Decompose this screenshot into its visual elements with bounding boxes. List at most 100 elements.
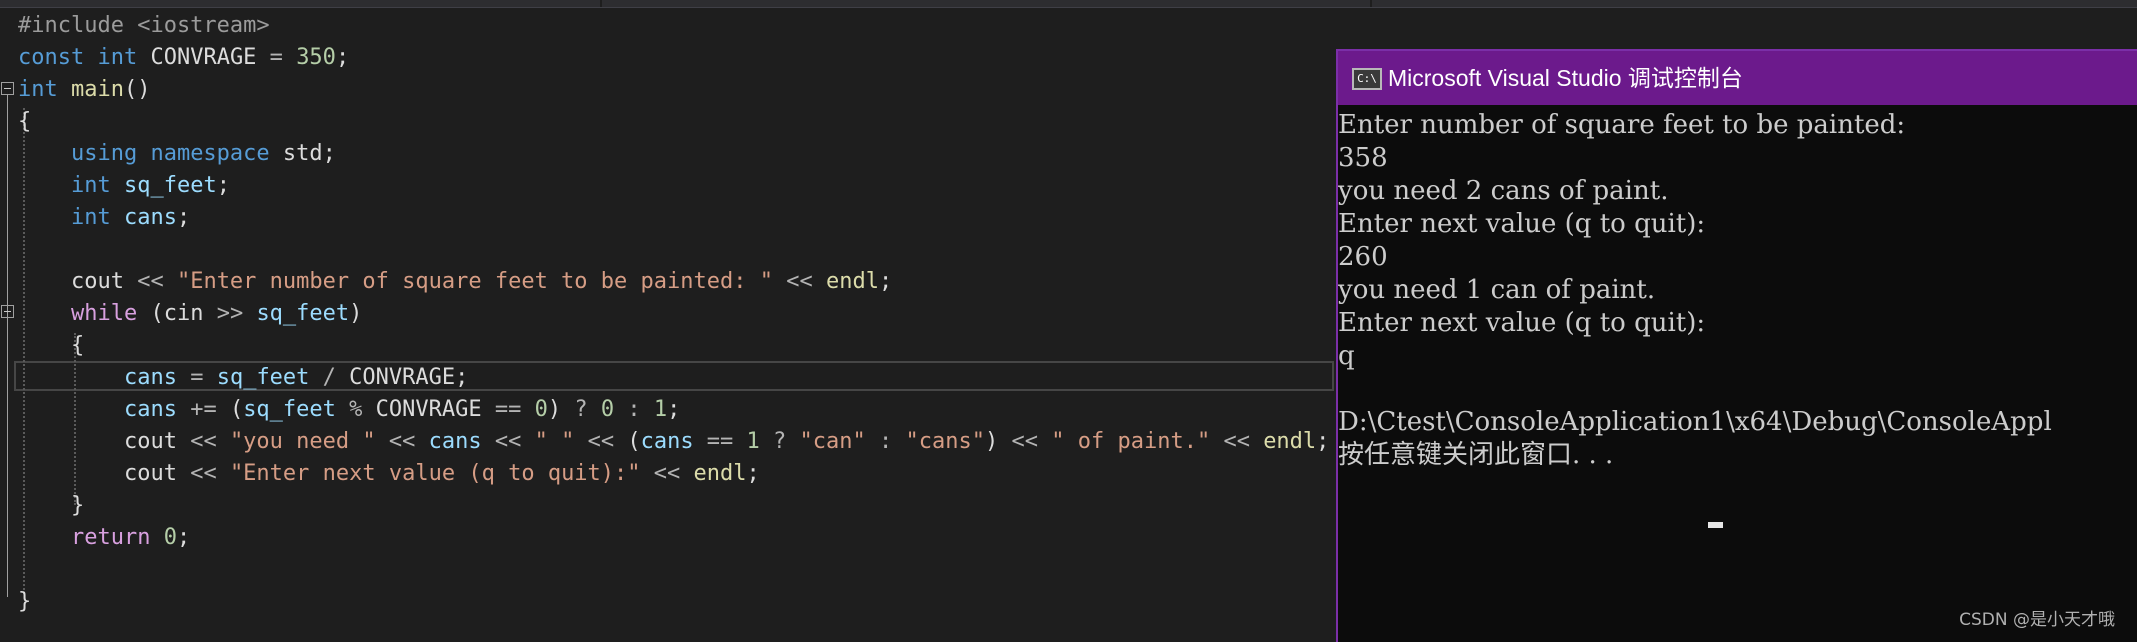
console-line: 358 bbox=[1338, 143, 1388, 173]
console-line: D:\Ctest\ConsoleApplication1\x64\Debug\C… bbox=[1338, 407, 2052, 437]
code-token: cans bbox=[428, 429, 482, 454]
code-token: CONVRAGE bbox=[150, 45, 257, 70]
code-token: main bbox=[70, 77, 124, 102]
code-token: { bbox=[18, 333, 85, 358]
code-token: 1 bbox=[746, 429, 760, 454]
console-line: Enter number of square feet to be painte… bbox=[1338, 110, 1906, 140]
code-line[interactable]: cans = sq_feet / CONVRAGE; bbox=[18, 362, 468, 394]
code-token: " " bbox=[534, 429, 575, 454]
code-line[interactable]: cout << "Enter next value (q to quit):" … bbox=[18, 458, 760, 490]
console-cursor bbox=[1708, 522, 1723, 528]
code-token: 0 bbox=[600, 397, 615, 422]
code-token: CONVRAGE bbox=[375, 397, 482, 422]
watermark: CSDN @是小天才哦 bbox=[1959, 610, 2115, 630]
code-line[interactable]: using namespace std; bbox=[18, 138, 336, 170]
code-token: cin bbox=[163, 301, 204, 326]
fold-range-line bbox=[7, 95, 8, 597]
code-line[interactable]: cout << "you need " << cans << " " << (c… bbox=[18, 426, 1329, 458]
code-token: return bbox=[18, 525, 164, 550]
code-token: cans bbox=[18, 365, 177, 390]
console-line: you need 1 can of paint. bbox=[1338, 275, 1656, 305]
code-line[interactable]: cout << "Enter number of square feet to … bbox=[18, 266, 892, 298]
code-token: sq_feet bbox=[243, 397, 336, 422]
code-line[interactable]: } bbox=[18, 586, 31, 618]
code-line[interactable]: { bbox=[18, 106, 31, 138]
code-token: ; bbox=[322, 141, 336, 166]
code-token: using bbox=[18, 141, 151, 166]
code-line[interactable]: #include <iostream> bbox=[18, 10, 270, 42]
code-token: "you need " bbox=[229, 429, 376, 454]
code-token: << bbox=[1210, 429, 1264, 454]
code-line[interactable]: int main() bbox=[18, 74, 150, 106]
code-token: : bbox=[865, 429, 906, 454]
console-line: Enter next value (q to quit): bbox=[1338, 209, 1706, 239]
code-line[interactable]: } bbox=[18, 490, 84, 522]
code-line[interactable]: int cans; bbox=[18, 202, 190, 234]
code-token: ( bbox=[229, 397, 244, 422]
code-token: << bbox=[640, 461, 694, 486]
code-token: while bbox=[18, 301, 151, 326]
code-token: sq_feet bbox=[256, 301, 350, 326]
code-token: cans bbox=[640, 429, 694, 454]
code-token: cans bbox=[123, 205, 177, 230]
code-token: } bbox=[18, 589, 32, 614]
code-token: = bbox=[256, 45, 297, 70]
code-token: % bbox=[335, 397, 376, 422]
code-token: int bbox=[97, 45, 151, 70]
code-token: std bbox=[282, 141, 323, 166]
code-token: cout bbox=[18, 269, 124, 294]
collapse-main-icon[interactable] bbox=[1, 82, 14, 95]
console-line: you need 2 cans of paint. bbox=[1338, 176, 1669, 206]
code-token: ; bbox=[176, 205, 191, 230]
code-token: () bbox=[123, 77, 151, 102]
code-line[interactable]: cans += (sq_feet % CONVRAGE == 0) ? 0 : … bbox=[18, 394, 680, 426]
code-token: ; bbox=[667, 397, 681, 422]
code-token: == bbox=[481, 397, 535, 422]
code-token: " of paint." bbox=[1051, 429, 1211, 454]
code-token: int bbox=[18, 173, 124, 198]
code-token: cout bbox=[18, 429, 177, 454]
code-token: << bbox=[176, 461, 230, 486]
code-token: ; bbox=[1316, 429, 1330, 454]
code-token: "Enter next value (q to quit):" bbox=[229, 461, 641, 486]
code-token: << bbox=[574, 429, 628, 454]
code-token: } bbox=[18, 493, 85, 518]
code-token: ; bbox=[746, 461, 760, 486]
code-line[interactable]: return 0; bbox=[18, 522, 190, 554]
code-token: 350 bbox=[296, 45, 336, 70]
code-token: const bbox=[18, 45, 98, 70]
code-token: 0 bbox=[163, 525, 177, 550]
code-token: #include <iostream> bbox=[18, 13, 270, 38]
console-title-bar[interactable]: C:\ Microsoft Visual Studio 调试控制台 bbox=[1338, 51, 2137, 105]
code-token: ) bbox=[985, 429, 999, 454]
code-token: endl bbox=[693, 461, 747, 486]
code-token: / bbox=[309, 365, 350, 390]
code-token: 1 bbox=[653, 397, 668, 422]
code-token: ) bbox=[547, 397, 575, 422]
code-token: "Enter number of square feet to be paint… bbox=[176, 269, 773, 294]
code-line[interactable]: while (cin >> sq_feet) bbox=[18, 298, 362, 330]
console-line: 按任意键关闭此窗口. . . bbox=[1338, 440, 1614, 470]
code-token: int bbox=[18, 205, 124, 230]
code-token: ; bbox=[216, 173, 230, 198]
code-token: ? bbox=[759, 429, 800, 454]
code-token: << bbox=[123, 269, 177, 294]
tab-divider bbox=[600, 0, 602, 7]
code-token: "cans" bbox=[905, 429, 986, 454]
code-token: += bbox=[176, 397, 230, 422]
code-token: "can" bbox=[799, 429, 866, 454]
code-token: CONVRAGE bbox=[349, 365, 456, 390]
code-line[interactable]: int sq_feet; bbox=[18, 170, 230, 202]
collapse-while-icon[interactable] bbox=[1, 305, 14, 318]
code-token: int bbox=[18, 77, 71, 102]
code-token: 0 bbox=[534, 397, 548, 422]
code-token: << bbox=[998, 429, 1052, 454]
console-line: Enter next value (q to quit): bbox=[1338, 308, 1706, 338]
code-token: cout bbox=[18, 461, 177, 486]
code-token: ? bbox=[574, 397, 601, 422]
console-line: 260 bbox=[1338, 242, 1388, 272]
code-line[interactable]: const int CONVRAGE = 350; bbox=[18, 42, 349, 74]
debug-console-window[interactable]: C:\ Microsoft Visual Studio 调试控制台 Enter … bbox=[1336, 49, 2137, 642]
code-token: ( bbox=[150, 301, 164, 326]
code-line[interactable]: { bbox=[18, 330, 84, 362]
